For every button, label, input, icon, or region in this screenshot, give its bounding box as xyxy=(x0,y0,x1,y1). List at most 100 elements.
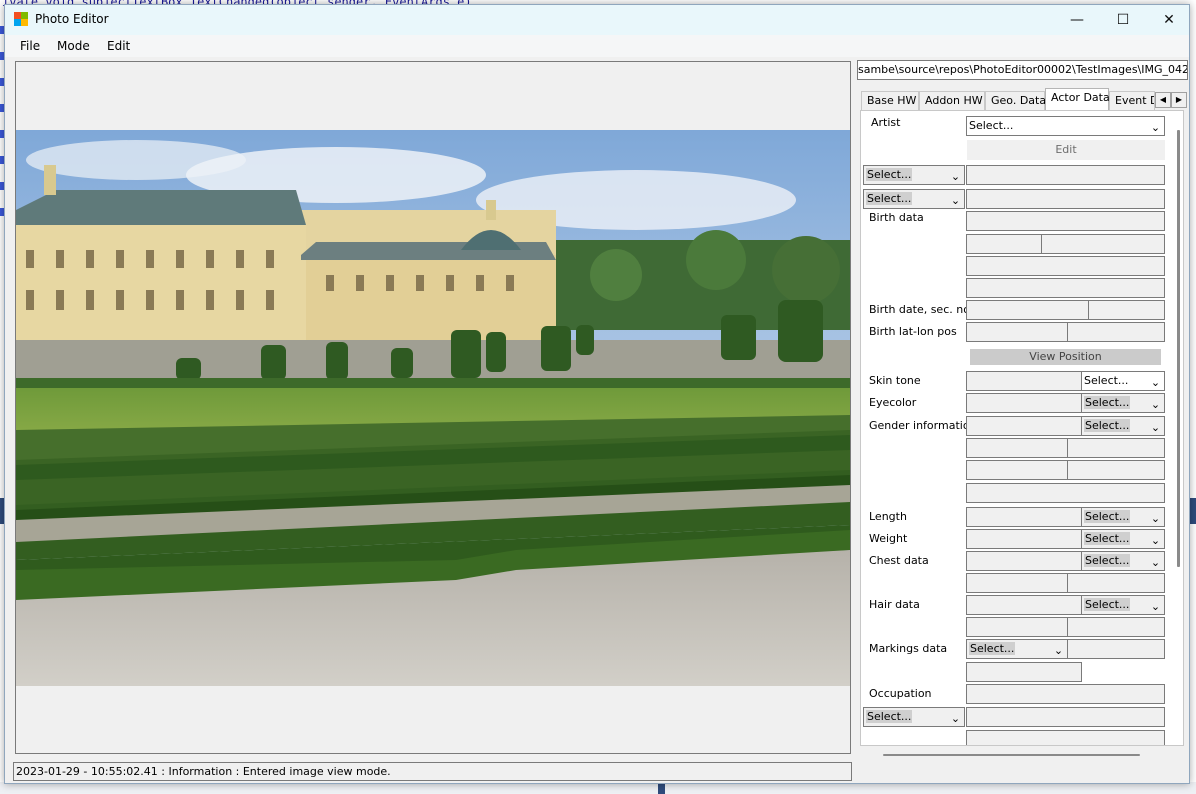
horizontal-scrollbar[interactable] xyxy=(883,754,1140,756)
markings-data-select[interactable]: Select... ⌄ xyxy=(966,639,1068,659)
hair-data-label: Hair data xyxy=(869,598,920,611)
gender-field[interactable] xyxy=(966,460,1068,480)
select-value: Select... xyxy=(1084,598,1131,611)
background-edge xyxy=(1190,498,1196,524)
tab-scroll-left-icon[interactable]: ◀ xyxy=(1155,92,1171,108)
markings-data-field[interactable] xyxy=(1067,639,1165,659)
birth-data-field[interactable] xyxy=(966,278,1165,298)
chevron-down-icon: ⌄ xyxy=(1150,121,1161,134)
vertical-scrollbar[interactable] xyxy=(1177,130,1180,567)
length-label: Length xyxy=(869,510,907,523)
skin-tone-select[interactable]: Select... ⌄ xyxy=(1081,371,1165,391)
birth-date-field[interactable] xyxy=(966,300,1089,320)
chest-data-field[interactable] xyxy=(966,573,1068,593)
birth-date-label: Birth date, sec. no xyxy=(869,303,970,316)
weight-field[interactable] xyxy=(966,529,1082,549)
tab-addon-hw[interactable]: Addon HW xyxy=(919,91,985,110)
hair-data-field[interactable] xyxy=(1067,617,1165,637)
menu-edit[interactable]: Edit xyxy=(107,39,130,53)
sec-no-field[interactable] xyxy=(1088,300,1165,320)
eyecolor-label: Eyecolor xyxy=(869,396,917,409)
birth-data-field[interactable] xyxy=(1041,234,1165,254)
birth-lat-field[interactable] xyxy=(966,322,1068,342)
minimize-button[interactable]: — xyxy=(1054,5,1100,35)
menu-bar: File Mode Edit xyxy=(5,35,1189,57)
window-title: Photo Editor xyxy=(35,12,109,26)
chest-data-field[interactable] xyxy=(966,551,1082,571)
chevron-down-icon: ⌄ xyxy=(950,194,961,207)
length-select[interactable]: Select... ⌄ xyxy=(1081,507,1165,527)
image-view-panel[interactable] xyxy=(15,61,851,754)
gender-field[interactable] xyxy=(1067,438,1165,458)
app-icon xyxy=(14,12,28,26)
edit-button[interactable]: Edit xyxy=(967,140,1165,160)
gender-information-label: Gender information xyxy=(869,419,977,432)
eyecolor-field[interactable] xyxy=(966,393,1082,413)
tab-geo-data[interactable]: Geo. Data xyxy=(985,91,1046,110)
actor-data-panel: Artist Select... ⌄ Edit Select... ⌄ Sele… xyxy=(860,110,1184,746)
tab-event-data[interactable]: Event Da xyxy=(1109,91,1155,110)
weight-select[interactable]: Select... ⌄ xyxy=(1081,529,1165,549)
hair-data-field[interactable] xyxy=(966,595,1082,615)
select-value: Select... xyxy=(1084,532,1131,545)
select-value: Select... xyxy=(866,192,913,205)
hair-data-select[interactable]: Select... ⌄ xyxy=(1081,595,1165,615)
select-value: Select... xyxy=(1084,396,1131,409)
birth-data-field[interactable] xyxy=(966,256,1165,276)
chest-data-field[interactable] xyxy=(1067,573,1165,593)
text-field[interactable] xyxy=(966,707,1165,727)
menu-file[interactable]: File xyxy=(20,39,40,53)
chevron-down-icon: ⌄ xyxy=(1150,556,1161,569)
select-value: Select... xyxy=(1084,374,1129,387)
close-button[interactable]: ✕ xyxy=(1146,5,1192,35)
select-dropdown[interactable]: Select... ⌄ xyxy=(863,707,965,727)
text-field[interactable] xyxy=(966,165,1165,185)
eyecolor-select[interactable]: Select... ⌄ xyxy=(1081,393,1165,413)
gender-field[interactable] xyxy=(966,438,1068,458)
photo-image xyxy=(16,130,850,686)
chevron-down-icon: ⌄ xyxy=(1150,398,1161,411)
chevron-down-icon: ⌄ xyxy=(1150,421,1161,434)
artist-select[interactable]: Select... ⌄ xyxy=(966,116,1165,136)
artist-label: Artist xyxy=(871,116,901,129)
select-value: Select... xyxy=(1084,510,1131,523)
menu-mode[interactable]: Mode xyxy=(57,39,90,53)
birth-data-field[interactable] xyxy=(966,234,1042,254)
artist-select-value: Select... xyxy=(969,119,1014,132)
photo-editor-window: Photo Editor — ☐ ✕ File Mode Edit 2023-0… xyxy=(4,4,1190,784)
gender-field[interactable] xyxy=(1067,460,1165,480)
background-edge xyxy=(658,784,665,794)
skin-tone-label: Skin tone xyxy=(869,374,921,387)
tab-base-hw[interactable]: Base HW xyxy=(861,91,919,110)
title-bar[interactable]: Photo Editor — ☐ ✕ xyxy=(5,5,1189,35)
select-value: Select... xyxy=(1084,554,1131,567)
chest-data-select[interactable]: Select... ⌄ xyxy=(1081,551,1165,571)
markings-data-field[interactable] xyxy=(966,662,1082,682)
hair-data-field[interactable] xyxy=(966,617,1068,637)
occupation-field[interactable] xyxy=(966,684,1165,704)
tab-scroll-right-icon[interactable]: ▶ xyxy=(1171,92,1187,108)
file-path-field[interactable]: sambe\source\repos\PhotoEditor00002\Test… xyxy=(857,60,1188,80)
birth-data-label: Birth data xyxy=(869,211,924,224)
select-dropdown[interactable]: Select... ⌄ xyxy=(863,189,965,209)
birth-lon-field[interactable] xyxy=(1067,322,1165,342)
maximize-button[interactable]: ☐ xyxy=(1100,5,1146,35)
select-value: Select... xyxy=(866,168,913,181)
skin-tone-field[interactable] xyxy=(966,371,1082,391)
text-field[interactable] xyxy=(966,189,1165,209)
select-dropdown[interactable]: Select... ⌄ xyxy=(863,165,965,185)
chevron-down-icon: ⌄ xyxy=(1150,600,1161,613)
chest-data-label: Chest data xyxy=(869,554,929,567)
occupation-label: Occupation xyxy=(869,687,932,700)
gender-field[interactable] xyxy=(966,416,1082,436)
birth-data-field[interactable] xyxy=(966,211,1165,231)
length-field[interactable] xyxy=(966,507,1082,527)
select-value: Select... xyxy=(866,710,913,723)
select-value: Select... xyxy=(969,642,1016,655)
chevron-down-icon: ⌄ xyxy=(1150,534,1161,547)
view-position-button[interactable]: View Position xyxy=(970,349,1161,365)
text-field[interactable] xyxy=(966,730,1165,745)
tab-actor-data[interactable]: Actor Data xyxy=(1045,88,1110,110)
gender-field[interactable] xyxy=(966,483,1165,503)
gender-select[interactable]: Select... ⌄ xyxy=(1081,416,1165,436)
